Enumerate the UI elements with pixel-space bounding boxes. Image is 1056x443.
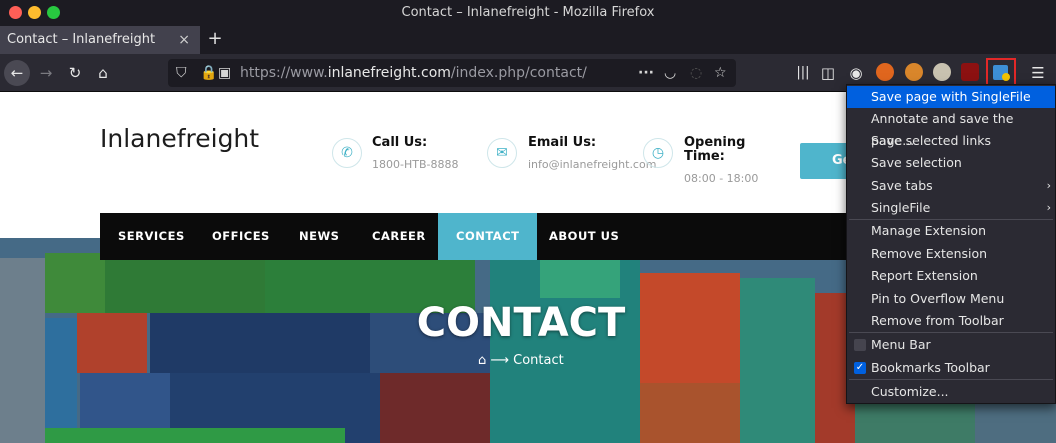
menu-manage-extension[interactable]: Manage Extension xyxy=(847,220,1055,242)
menu-singlefile-label: SingleFile xyxy=(871,200,931,215)
sidebar-icon[interactable]: ◫ xyxy=(815,60,841,86)
menu-pin-overflow[interactable]: Pin to Overflow Menu xyxy=(847,288,1055,310)
menu-customize[interactable]: Customize... xyxy=(847,381,1055,403)
new-tab-button[interactable]: + xyxy=(205,26,225,54)
extension-context-menu: Save page with SingleFile Annotate and s… xyxy=(846,84,1056,404)
menu-item-news[interactable]: NEWS xyxy=(281,213,357,260)
url-bar[interactable]: ⛉ 🔒 ▣ https://www.inlanefreight.com/inde… xyxy=(168,59,736,87)
menu-save-selection[interactable]: Save selection xyxy=(847,152,1055,174)
home-icon[interactable]: ⌂ ⟶ xyxy=(478,353,513,368)
menu-save-selected-links[interactable]: Save selected links xyxy=(847,130,1055,152)
close-tab-icon[interactable]: × xyxy=(178,26,190,54)
menu-menu-bar-label: Menu Bar xyxy=(871,337,931,352)
menu-item-offices[interactable]: OFFICES xyxy=(194,213,288,260)
window-title: Contact – Inlanefreight - Mozilla Firefo… xyxy=(401,5,655,20)
unchecked-checkbox-icon xyxy=(854,339,866,351)
pocket-icon[interactable]: ◡ xyxy=(664,59,676,87)
phone-icon: ✆ xyxy=(332,138,362,168)
page-actions-icon[interactable]: ··· xyxy=(638,59,654,87)
menu-remove-from-toolbar[interactable]: Remove from Toolbar xyxy=(847,310,1055,332)
tracking-shield-icon[interactable]: ⛉ xyxy=(176,59,187,87)
extension-owl-icon[interactable] xyxy=(933,63,951,81)
menu-save-tabs-label: Save tabs xyxy=(871,178,933,193)
account-icon[interactable]: ◉ xyxy=(843,60,869,86)
bookmark-star-icon[interactable]: ☆ xyxy=(714,59,727,87)
breadcrumb-current: Contact xyxy=(513,353,564,368)
menu-item-services[interactable]: SERVICES xyxy=(100,213,203,260)
page-image-icon: ▣ xyxy=(218,65,232,81)
clock-icon: ◷ xyxy=(643,138,673,168)
menu-remove-extension[interactable]: Remove Extension xyxy=(847,243,1055,265)
submenu-arrow-icon: › xyxy=(1046,201,1051,214)
url-path: /index.php/contact/ xyxy=(450,65,587,81)
menu-bookmarks-toolbar[interactable]: ✓ Bookmarks Toolbar xyxy=(847,357,1055,379)
reload-icon[interactable]: ↻ xyxy=(62,60,88,86)
title-bar: Contact – Inlanefreight - Mozilla Firefo… xyxy=(0,0,1056,26)
tab-label: Contact – Inlanefreight xyxy=(7,32,156,47)
menu-save-tabs[interactable]: Save tabs › xyxy=(847,175,1055,197)
menu-singlefile[interactable]: SingleFile › xyxy=(847,197,1055,219)
library-icon[interactable]: ||| xyxy=(790,60,816,86)
opening-time-value: 08:00 - 18:00 xyxy=(684,172,759,185)
opening-time-title-line2: Time: xyxy=(684,149,725,164)
call-us-title: Call Us: xyxy=(372,135,428,150)
firefox-window: Contact – Inlanefreight - Mozilla Firefo… xyxy=(0,0,1056,443)
site-logo[interactable]: Inlanefreight xyxy=(100,124,259,153)
lock-icon[interactable]: 🔒 xyxy=(200,59,217,87)
breadcrumb: ⌂ ⟶ Contact xyxy=(478,353,564,368)
ublock-origin-icon[interactable] xyxy=(961,63,979,81)
url-prefix: https://www. xyxy=(240,65,328,81)
email-us-value[interactable]: info@inlanefreight.com xyxy=(528,158,656,171)
close-window-button[interactable] xyxy=(9,6,22,19)
url-text[interactable]: https://www.inlanefreight.com/index.php/… xyxy=(240,59,587,87)
opening-time-title: Opening Time: xyxy=(684,136,745,164)
menu-report-extension[interactable]: Report Extension xyxy=(847,265,1055,287)
back-icon[interactable]: ← xyxy=(4,60,30,86)
site-navigation-menu: SERVICES OFFICES NEWS CAREER CONTACT ABO… xyxy=(100,213,856,260)
menu-menu-bar[interactable]: Menu Bar xyxy=(847,334,1055,356)
menu-annotate-save[interactable]: Annotate and save the page... xyxy=(847,108,1055,148)
menu-item-career[interactable]: CAREER xyxy=(354,213,444,260)
extension-cookie-icon[interactable] xyxy=(905,63,923,81)
menu-bookmarks-toolbar-label: Bookmarks Toolbar xyxy=(871,360,990,375)
reader-view-icon[interactable]: ◌ xyxy=(690,59,702,87)
tab-strip: Contact – Inlanefreight × + xyxy=(0,26,1056,54)
menu-save-page-singlefile[interactable]: Save page with SingleFile xyxy=(847,86,1055,108)
hamburger-menu-icon[interactable]: ☰ xyxy=(1025,60,1051,86)
call-us-value: 1800-HTB-8888 xyxy=(372,158,459,171)
singlefile-extension-button[interactable] xyxy=(986,58,1016,87)
opening-time-title-line1: Opening xyxy=(684,135,746,150)
menu-item-about-us[interactable]: ABOUT US xyxy=(531,213,637,260)
submenu-arrow-icon: › xyxy=(1046,179,1051,192)
menu-separator xyxy=(849,332,1053,333)
home-icon[interactable]: ⌂ xyxy=(90,60,116,86)
maximize-window-button[interactable] xyxy=(47,6,60,19)
extension-fox-icon[interactable] xyxy=(876,63,894,81)
email-icon: ✉ xyxy=(487,138,517,168)
forward-icon[interactable]: → xyxy=(33,60,59,86)
url-domain: inlanefreight.com xyxy=(327,65,451,81)
minimize-window-button[interactable] xyxy=(28,6,41,19)
tab-contact[interactable]: Contact – Inlanefreight × xyxy=(0,26,200,54)
menu-item-contact[interactable]: CONTACT xyxy=(438,213,538,260)
menu-separator xyxy=(849,379,1053,380)
singlefile-badge-icon xyxy=(1002,73,1010,81)
email-us-title: Email Us: xyxy=(528,135,597,150)
checked-checkbox-icon: ✓ xyxy=(854,362,866,374)
